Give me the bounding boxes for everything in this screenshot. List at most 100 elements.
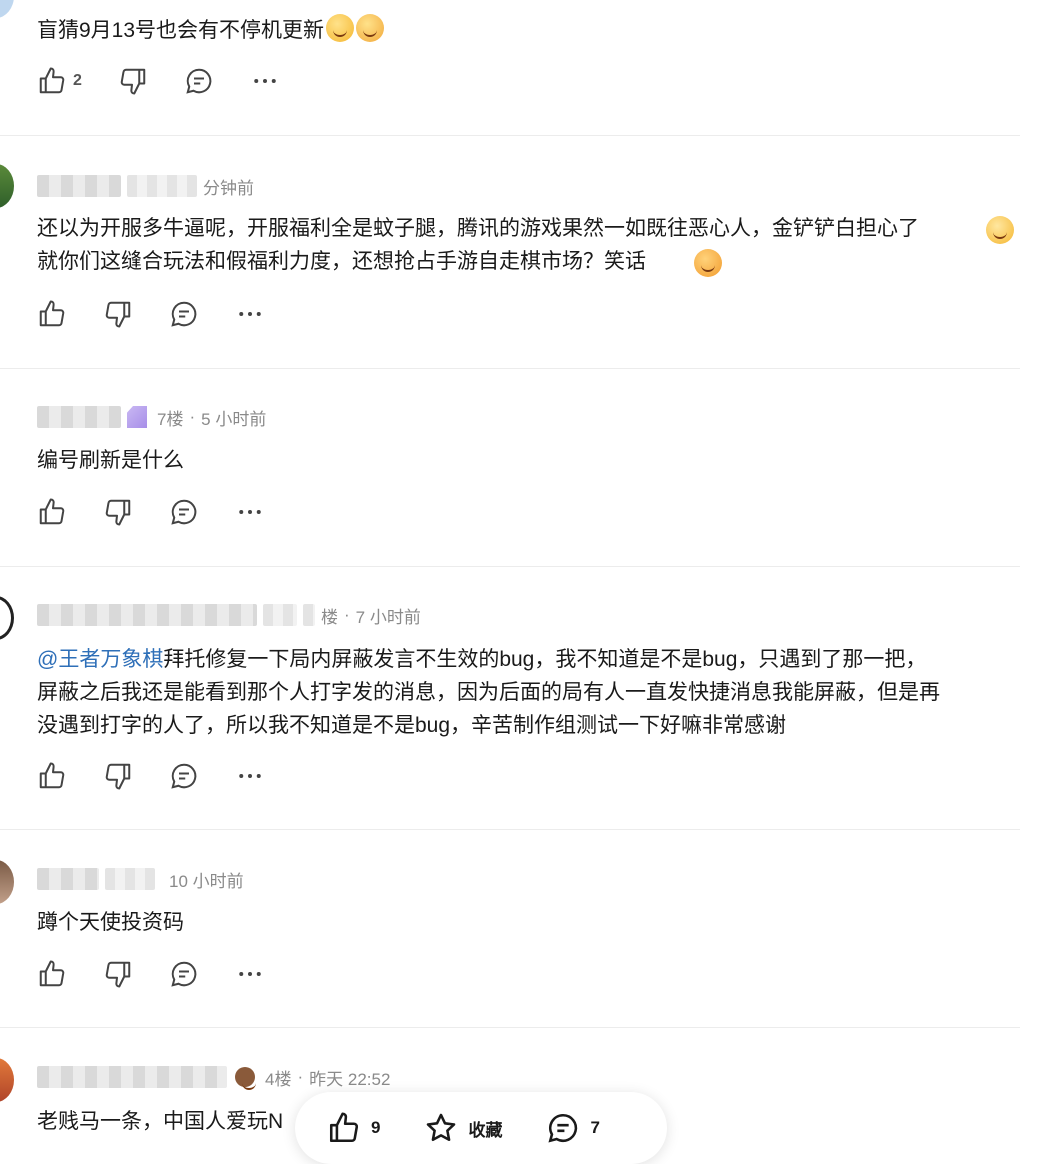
comment-actions [37, 959, 301, 989]
comment-meta: 楼 · 7 小时前 [37, 604, 421, 627]
like-button[interactable] [37, 299, 67, 329]
user-tag [105, 868, 155, 890]
username[interactable] [37, 1066, 227, 1088]
comment-text-content: 编号刷新是什么 [37, 449, 184, 472]
favorite-button[interactable]: 收藏 [424, 1111, 502, 1145]
thumbs-up-icon [39, 762, 65, 789]
comment-time: 昨天 22:52 [309, 1069, 391, 1089]
more-icon [239, 774, 261, 778]
like-button[interactable] [37, 761, 67, 791]
avatar[interactable] [0, 596, 14, 640]
comment-icon [171, 961, 197, 987]
thumbs-up-icon [329, 1112, 359, 1143]
comment-meta: 4楼 · 昨天 22:52 [37, 1066, 391, 1090]
comment-text: 盲猜9月13号也会有不停机更新 [37, 14, 1017, 47]
like-button[interactable] [37, 959, 67, 989]
comment-floor: 4楼 [265, 1069, 292, 1089]
reply-button[interactable] [169, 299, 199, 329]
comment-actions [37, 497, 301, 527]
mention-link[interactable]: @王者万象棋 [37, 648, 163, 671]
smile-emoji-icon [326, 14, 355, 42]
more-icon [239, 972, 261, 976]
article-like-count: 9 [371, 1118, 381, 1137]
user-tag [127, 175, 197, 197]
comment-text-content: 还以为开服多牛逼呢，开服福利全是蚊子腿，腾讯的游戏果然一如既往恶心人，金铲铲白担… [37, 217, 919, 273]
more-icon [239, 312, 261, 316]
thumbs-up-icon [39, 67, 65, 94]
thumbs-down-icon [105, 301, 131, 328]
comment-actions [37, 761, 301, 791]
article-comment-count: 7 [590, 1118, 600, 1137]
like-button[interactable] [37, 497, 67, 527]
dislike-button[interactable] [103, 959, 133, 989]
comment-icon [548, 1113, 578, 1143]
username[interactable] [37, 868, 99, 890]
comment-floor: 7楼 [157, 409, 184, 429]
thumbs-down-icon [105, 763, 131, 790]
comment-text: 蹲个天使投资码 [37, 906, 1017, 939]
thumbs-down-icon [105, 961, 131, 988]
comment-text: 还以为开服多牛逼呢，开服福利全是蚊子腿，腾讯的游戏果然一如既往恶心人，金铲铲白担… [37, 212, 1017, 278]
more-button[interactable] [235, 959, 265, 989]
divider [0, 1027, 1020, 1028]
thumbs-down-icon [120, 68, 146, 95]
more-button[interactable] [235, 497, 265, 527]
money-eyes-emoji-icon [986, 216, 1014, 244]
grin-emoji-icon [694, 249, 722, 277]
divider [0, 829, 1020, 830]
user-tag [303, 604, 315, 626]
thumbs-up-icon [39, 498, 65, 525]
favorite-label: 收藏 [468, 1120, 503, 1140]
avatar[interactable] [0, 0, 14, 18]
dislike-button[interactable] [103, 761, 133, 791]
more-icon [239, 510, 261, 514]
article-comments-button[interactable]: 7 [546, 1111, 600, 1145]
like-button[interactable]: 2 [37, 66, 82, 96]
divider [0, 368, 1020, 369]
comment-meta: 10 小时前 [37, 868, 244, 891]
comment-text-content: 拜托修复一下局内屏蔽发言不生效的bug，我不知道是不是bug，只遇到了那一把， … [37, 648, 940, 737]
comment-text-content: 盲猜9月13号也会有不停机更新 [37, 19, 325, 42]
reply-button[interactable] [169, 959, 199, 989]
username[interactable] [37, 406, 121, 428]
comment-text: @王者万象棋拜托修复一下局内屏蔽发言不生效的bug，我不知道是不是bug，只遇到… [37, 643, 1017, 742]
comment-icon [171, 763, 197, 789]
comment-meta: 7楼 · 5 小时前 [37, 406, 267, 429]
avatar[interactable] [0, 164, 14, 208]
thumbs-up-icon [39, 300, 65, 327]
comment-floor: 楼 [321, 607, 338, 627]
comment-icon [186, 68, 212, 94]
username[interactable] [37, 604, 257, 626]
dislike-button[interactable] [103, 497, 133, 527]
reply-button[interactable] [169, 497, 199, 527]
comment-text: 编号刷新是什么 [37, 444, 1017, 477]
more-button[interactable] [250, 66, 280, 96]
floating-action-bar: 9 收藏 7 [295, 1092, 667, 1164]
comment-time: 分钟前 [203, 178, 254, 198]
comment-time: 10 小时前 [169, 871, 244, 891]
comment-time: 5 小时前 [201, 409, 267, 429]
tongue-emoji-icon [356, 14, 385, 42]
comment-actions: 2 [37, 66, 316, 96]
avatar[interactable] [0, 860, 14, 904]
comment-actions [37, 299, 301, 329]
user-badge-icon [235, 1067, 256, 1090]
dislike-button[interactable] [118, 66, 148, 96]
comment-icon [171, 499, 197, 525]
like-article-button[interactable]: 9 [327, 1111, 380, 1145]
star-icon [427, 1113, 456, 1142]
reply-button[interactable] [169, 761, 199, 791]
dislike-button[interactable] [103, 299, 133, 329]
separator: · [297, 1067, 304, 1086]
more-icon [254, 79, 276, 83]
divider [0, 566, 1020, 567]
username[interactable] [37, 175, 121, 197]
thumbs-up-icon [39, 960, 65, 987]
separator: · [344, 605, 350, 624]
comment-text-content: 蹲个天使投资码 [37, 911, 184, 934]
more-button[interactable] [235, 761, 265, 791]
reply-button[interactable] [184, 66, 214, 96]
avatar[interactable] [0, 1058, 14, 1102]
more-button[interactable] [235, 299, 265, 329]
separator: · [189, 407, 196, 426]
